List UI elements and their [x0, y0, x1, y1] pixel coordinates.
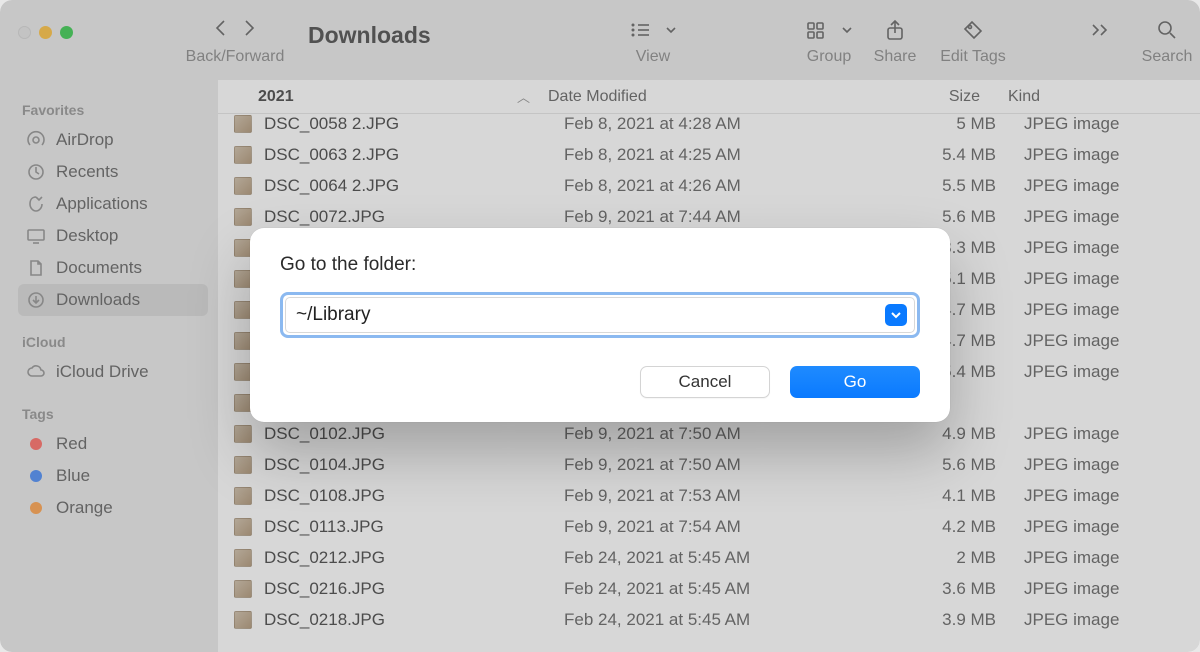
folder-path-combobox[interactable]	[280, 292, 920, 338]
combobox-dropdown-button[interactable]	[885, 304, 907, 326]
cancel-button[interactable]: Cancel	[640, 366, 770, 398]
dialog-label: Go to the folder:	[280, 254, 920, 276]
go-to-folder-dialog: Go to the folder: Cancel Go	[250, 228, 950, 422]
chevron-down-icon	[890, 309, 902, 321]
folder-path-input[interactable]	[285, 297, 915, 333]
dialog-buttons: Cancel Go	[280, 366, 920, 398]
finder-window: Back/Forward Downloads View Group	[0, 0, 1200, 652]
go-button[interactable]: Go	[790, 366, 920, 398]
